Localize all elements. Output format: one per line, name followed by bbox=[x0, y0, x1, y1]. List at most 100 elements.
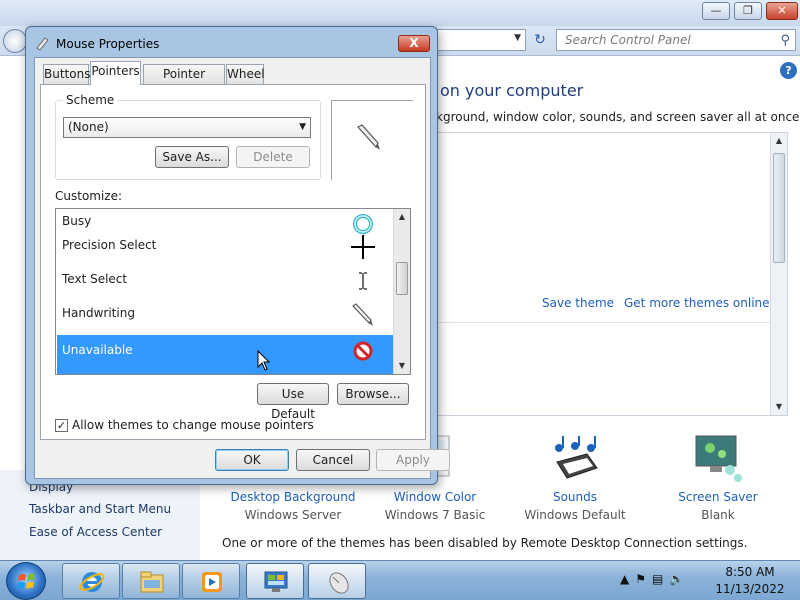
sounds-title[interactable]: Sounds bbox=[510, 490, 640, 504]
browse-button[interactable]: Browse... bbox=[337, 383, 409, 405]
list-item-label: Precision Select bbox=[62, 238, 157, 252]
use-default-button[interactable]: Use Default bbox=[257, 383, 329, 421]
themes-disabled-note: One or more of the themes has been disab… bbox=[222, 536, 748, 550]
scroll-up-icon[interactable]: ▲ bbox=[394, 209, 410, 225]
sounds-icon bbox=[547, 434, 603, 486]
list-item-label: Handwriting bbox=[62, 306, 135, 320]
mouse-properties-dialog: Mouse Properties X Buttons Pointers Poin… bbox=[25, 26, 450, 485]
search-placeholder: Search Control Panel bbox=[565, 33, 691, 47]
search-icon[interactable]: ⚲ bbox=[780, 31, 790, 51]
network-icon[interactable]: ▤ bbox=[652, 572, 669, 586]
taskbar-media-player[interactable] bbox=[182, 563, 240, 599]
screen-saver-value: Blank bbox=[701, 508, 735, 522]
save-theme-link[interactable]: Save theme bbox=[542, 296, 614, 310]
tab-pointers[interactable]: Pointers bbox=[90, 61, 141, 85]
minimize-button[interactable]: — bbox=[702, 2, 730, 20]
chevron-down-icon[interactable]: ▼ bbox=[299, 118, 306, 137]
cursor-list-scrollbar[interactable]: ▲ ▼ bbox=[393, 209, 410, 374]
tab-wheel[interactable]: Wheel bbox=[226, 64, 265, 84]
address-field[interactable]: ▼ bbox=[436, 29, 526, 51]
scroll-thumb[interactable] bbox=[396, 262, 408, 295]
ease-of-access-link[interactable]: Ease of Access Center bbox=[29, 525, 162, 539]
clock-date[interactable]: 11/13/2022 bbox=[712, 582, 788, 596]
action-center-flag-icon[interactable]: ⚑ bbox=[635, 572, 652, 586]
delete-button[interactable]: Delete bbox=[236, 146, 310, 168]
refresh-icon[interactable]: ↻ bbox=[530, 30, 550, 50]
tab-buttons[interactable]: Buttons bbox=[43, 64, 90, 84]
window-color-value: Windows 7 Basic bbox=[384, 508, 486, 522]
scroll-thumb[interactable] bbox=[773, 153, 785, 263]
scheme-label: Scheme bbox=[63, 93, 118, 107]
pointer-preview bbox=[331, 100, 413, 180]
list-item-precision-select[interactable]: Precision Select bbox=[57, 233, 393, 267]
taskbar-start-menu-link[interactable]: Taskbar and Start Menu bbox=[29, 502, 171, 516]
list-item-label: Text Select bbox=[62, 272, 128, 286]
themes-scrollbar[interactable]: ▲ ▼ bbox=[770, 133, 787, 415]
pen-icon bbox=[352, 303, 373, 326]
checkbox-checked[interactable]: ✓ bbox=[55, 419, 68, 432]
close-button[interactable]: ✕ bbox=[766, 2, 798, 20]
internet-explorer-icon bbox=[79, 572, 105, 592]
start-button[interactable] bbox=[6, 562, 46, 600]
ibeam-icon bbox=[359, 272, 367, 290]
window-color-title[interactable]: Window Color bbox=[370, 490, 500, 504]
allow-themes-label[interactable]: Allow themes to change mouse pointers bbox=[72, 418, 314, 432]
taskbar-internet-explorer[interactable] bbox=[62, 563, 120, 599]
list-item-busy[interactable]: Busy bbox=[57, 209, 393, 234]
scheme-dropdown[interactable]: (None) ▼ bbox=[63, 117, 311, 138]
list-item-label: Unavailable bbox=[62, 343, 133, 357]
desktop-background-title[interactable]: Desktop Background bbox=[228, 490, 358, 504]
control-panel-icon bbox=[264, 571, 288, 592]
taskbar-control-panel[interactable] bbox=[246, 563, 304, 599]
apply-button[interactable]: Apply bbox=[376, 449, 450, 471]
screen-saver-icon bbox=[690, 434, 746, 486]
windows-explorer-icon bbox=[140, 571, 164, 593]
scroll-down-icon[interactable]: ▼ bbox=[394, 358, 410, 374]
help-icon[interactable]: ? bbox=[780, 62, 797, 79]
sounds-item[interactable]: Sounds Windows Default bbox=[510, 434, 640, 522]
back-button[interactable] bbox=[3, 29, 27, 53]
page-title: on your computer bbox=[440, 81, 584, 100]
mouse-icon bbox=[36, 37, 49, 51]
sounds-value: Windows Default bbox=[524, 508, 626, 522]
themes-list[interactable]: ▲ ▼ bbox=[430, 132, 788, 416]
volume-icon[interactable]: 🔈 bbox=[669, 572, 690, 586]
chevron-down-icon[interactable]: ▼ bbox=[514, 33, 521, 43]
pen-icon bbox=[357, 124, 380, 150]
scheme-value: (None) bbox=[68, 120, 109, 134]
dialog-close-button[interactable]: X bbox=[398, 35, 430, 52]
get-more-themes-link[interactable]: Get more themes online bbox=[624, 296, 770, 310]
control-panel-titlebar: — ❐ ✕ bbox=[0, 0, 800, 26]
desktop-background-value: Windows Server bbox=[244, 508, 342, 522]
taskbar-windows-explorer[interactable] bbox=[122, 563, 180, 599]
mouse-icon bbox=[329, 572, 349, 594]
cursor-list[interactable]: Busy Precision Select Text Select Handwr… bbox=[55, 208, 411, 375]
save-as-button[interactable]: Save As... bbox=[155, 146, 229, 168]
arrow-cursor-icon bbox=[257, 350, 271, 371]
list-item-handwriting[interactable]: Handwriting bbox=[57, 301, 393, 335]
page-description: kground, window color, sounds, and scree… bbox=[436, 110, 800, 124]
scheme-group bbox=[55, 100, 321, 180]
taskbar: ▲⚑▤🔈 8:50 AM 11/13/2022 bbox=[0, 560, 800, 600]
cancel-button[interactable]: Cancel bbox=[296, 449, 370, 471]
clock-time[interactable]: 8:50 AM bbox=[712, 565, 788, 579]
divider bbox=[436, 322, 770, 323]
system-tray[interactable]: ▲⚑▤🔈 bbox=[620, 572, 690, 586]
unavailable-icon bbox=[353, 341, 373, 361]
tab-pointer-options[interactable]: Pointer Options bbox=[143, 64, 225, 99]
list-item-unavailable[interactable]: Unavailable bbox=[57, 335, 393, 374]
crosshair-icon bbox=[351, 235, 375, 259]
maximize-button[interactable]: ❐ bbox=[734, 2, 762, 20]
taskbar-mouse-properties[interactable] bbox=[308, 563, 366, 599]
screen-saver-title[interactable]: Screen Saver bbox=[653, 490, 783, 504]
scroll-up-icon[interactable]: ▲ bbox=[771, 133, 787, 149]
scroll-down-icon[interactable]: ▼ bbox=[771, 399, 787, 415]
windows-logo-icon bbox=[17, 573, 35, 589]
list-item-text-select[interactable]: Text Select bbox=[57, 267, 393, 301]
search-input[interactable]: Search Control Panel ⚲ bbox=[556, 29, 796, 51]
customize-label: Customize: bbox=[55, 189, 123, 203]
dialog-title: Mouse Properties bbox=[56, 37, 160, 51]
screen-saver-item[interactable]: Screen Saver Blank bbox=[653, 434, 783, 522]
ok-button[interactable]: OK bbox=[215, 449, 289, 471]
show-hidden-icons-icon[interactable]: ▲ bbox=[620, 572, 635, 586]
